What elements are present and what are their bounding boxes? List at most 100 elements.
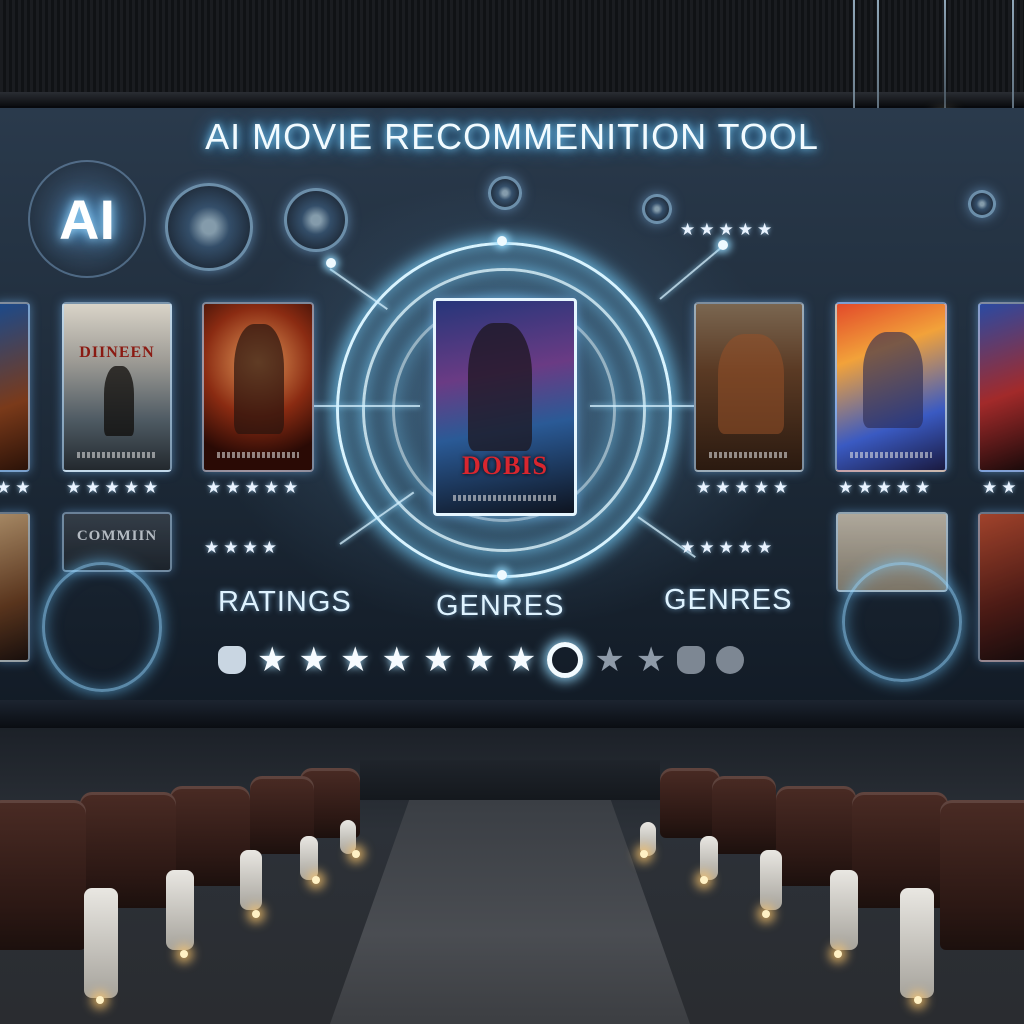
movie-poster[interactable] [978,302,1024,472]
seat-armrest [900,888,934,998]
star-icon: ★ [734,478,750,498]
label-genres-right: GENRES [664,584,793,616]
star-icon: ★ [204,538,220,558]
star-icon: ★ [242,538,258,558]
orb-icon [165,183,253,271]
star-icon: ★ [737,538,753,558]
star-icon: ★ [680,538,696,558]
seat-armrest [760,850,782,910]
star-icon: ★ [263,478,279,498]
ring-icon[interactable] [547,642,584,678]
star-icon: ★ [699,538,715,558]
movie-poster[interactable] [978,512,1024,662]
aisle-light-icon [914,996,922,1004]
aisle-light-icon [700,876,708,884]
orb-icon [488,176,522,210]
star-icon: ★ [773,478,789,498]
star-icon: ★ [715,478,731,498]
label-ratings: RATINGS [218,586,352,618]
poster-rating: ★ ★ ★ ★ ★ [838,478,930,498]
poster-rating: ★ ★ ★ ★ ★ [696,478,788,498]
aisle-light-icon [352,850,360,858]
star-icon: ★ [696,478,712,498]
poster-credits [216,452,300,458]
seat-armrest [300,836,318,880]
star-icon: ★ [982,478,998,498]
star-icon: ★ [1001,478,1017,498]
star-icon: ★ [143,478,159,498]
theater-seat [940,800,1024,950]
star-icon: ★ [283,478,299,498]
star-icon: ★ [857,478,873,498]
pentagon-icon [677,646,706,674]
movie-poster[interactable] [694,302,804,472]
star-icon: ★ [206,478,222,498]
pendant-cord [944,0,946,122]
movie-poster[interactable] [0,512,30,662]
label-genres: GENRES [436,590,565,622]
poster-figure [104,366,134,436]
pentagon-icon [218,646,246,674]
aisle-light-icon [312,876,320,884]
energy-swirl [42,562,162,692]
theater-seat [0,800,86,950]
connector-node [718,240,728,250]
circle-icon [716,646,745,674]
poster-credits [452,495,558,501]
seat-armrest [830,870,858,950]
star-icon: ★ [261,538,277,558]
star-icon[interactable]: ★ [464,643,494,677]
star-icon: ★ [757,220,773,240]
connector-node [326,258,336,268]
star-icon[interactable]: ★ [594,643,624,677]
star-icon: ★ [680,220,696,240]
star-icon: ★ [0,478,12,498]
star-icon[interactable]: ★ [298,643,328,677]
star-icon[interactable]: ★ [381,643,411,677]
cinema-screen: AI MOVIE RECOMMENITION TOOL AI DIINEEN D… [0,108,1024,708]
aisle-light-icon [762,910,770,918]
connector-line [300,405,420,407]
star-icon: ★ [66,478,82,498]
star-icon[interactable]: ★ [257,643,287,677]
page-title: AI MOVIE RECOMMENITION TOOL [205,116,819,157]
star-icon[interactable]: ★ [423,643,453,677]
star-icon: ★ [225,478,241,498]
seat-armrest [700,836,718,880]
aisle-light-icon [252,910,260,918]
connector-line [659,246,722,300]
star-icon: ★ [699,220,715,240]
star-icon: ★ [915,478,931,498]
aisle-light-icon [180,950,188,958]
movie-poster[interactable]: COMMIIN [62,512,172,572]
star-icon[interactable]: ★ [636,643,666,677]
star-icon: ★ [718,538,734,558]
seat-armrest [166,870,194,950]
movie-poster[interactable] [202,302,314,472]
star-icon[interactable]: ★ [506,643,536,677]
theater-seat [660,768,720,838]
seat-armrest [340,820,356,854]
movie-poster[interactable] [0,302,30,472]
star-icon: ★ [244,478,260,498]
star-icon[interactable]: ★ [340,643,370,677]
star-icon: ★ [104,478,120,498]
rating-slider[interactable]: ★ ★ ★ ★ ★ ★ ★ ★ ★ [218,640,745,680]
poster-figure [468,323,532,451]
connector-node [497,570,507,580]
movie-poster[interactable] [835,302,947,472]
poster-rating: ★ ★ [0,478,31,498]
movie-poster[interactable]: DIINEEN [62,302,172,472]
theater-seat [852,792,948,908]
star-icon: ★ [753,478,769,498]
poster-rating: ★ ★ ★ ★ ★ [680,220,772,240]
poster-rating: ★ ★ ★ ★ ★ [66,478,158,498]
aisle-light-icon [640,850,648,858]
featured-poster[interactable]: DOBIS [433,298,577,516]
poster-title: COMMIIN [76,528,158,544]
screen-frame [0,700,1024,728]
ai-badge-icon: AI [28,160,146,278]
poster-rating: ★ ★ ★ ★ [204,538,277,558]
poster-title: DIINEEN [79,344,155,361]
orb-icon [968,190,996,218]
